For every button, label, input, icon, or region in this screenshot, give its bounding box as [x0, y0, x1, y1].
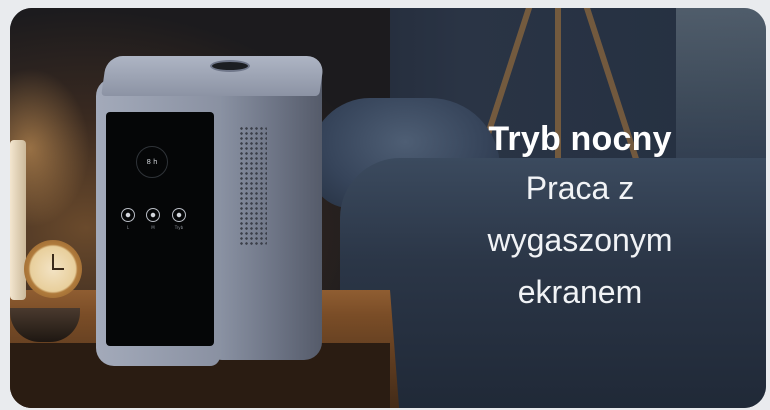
control-button-icon [146, 208, 160, 222]
power-button-icon [210, 60, 250, 72]
control-label: M [151, 225, 155, 230]
control-label: Tryb [174, 225, 184, 230]
caption-line-3: ekranem [517, 274, 643, 310]
caption-line-2: wygaszonym [487, 222, 673, 258]
hero-banner: 8 h L M Tryb Tryb nocny Praca z wygaszon… [10, 8, 766, 408]
timer-display: 8 h [136, 146, 168, 178]
control-button-icon [172, 208, 186, 222]
caption-line-1: Praca z [525, 170, 635, 206]
caption: Tryb nocny Praca z wygaszonym ekranem [430, 116, 730, 318]
air-vent [239, 126, 267, 246]
candle [10, 140, 26, 300]
control-button-icon [121, 208, 135, 222]
alarm-clock [24, 240, 82, 298]
caption-title: Tryb nocny [488, 120, 672, 158]
control-label: L [126, 225, 130, 230]
